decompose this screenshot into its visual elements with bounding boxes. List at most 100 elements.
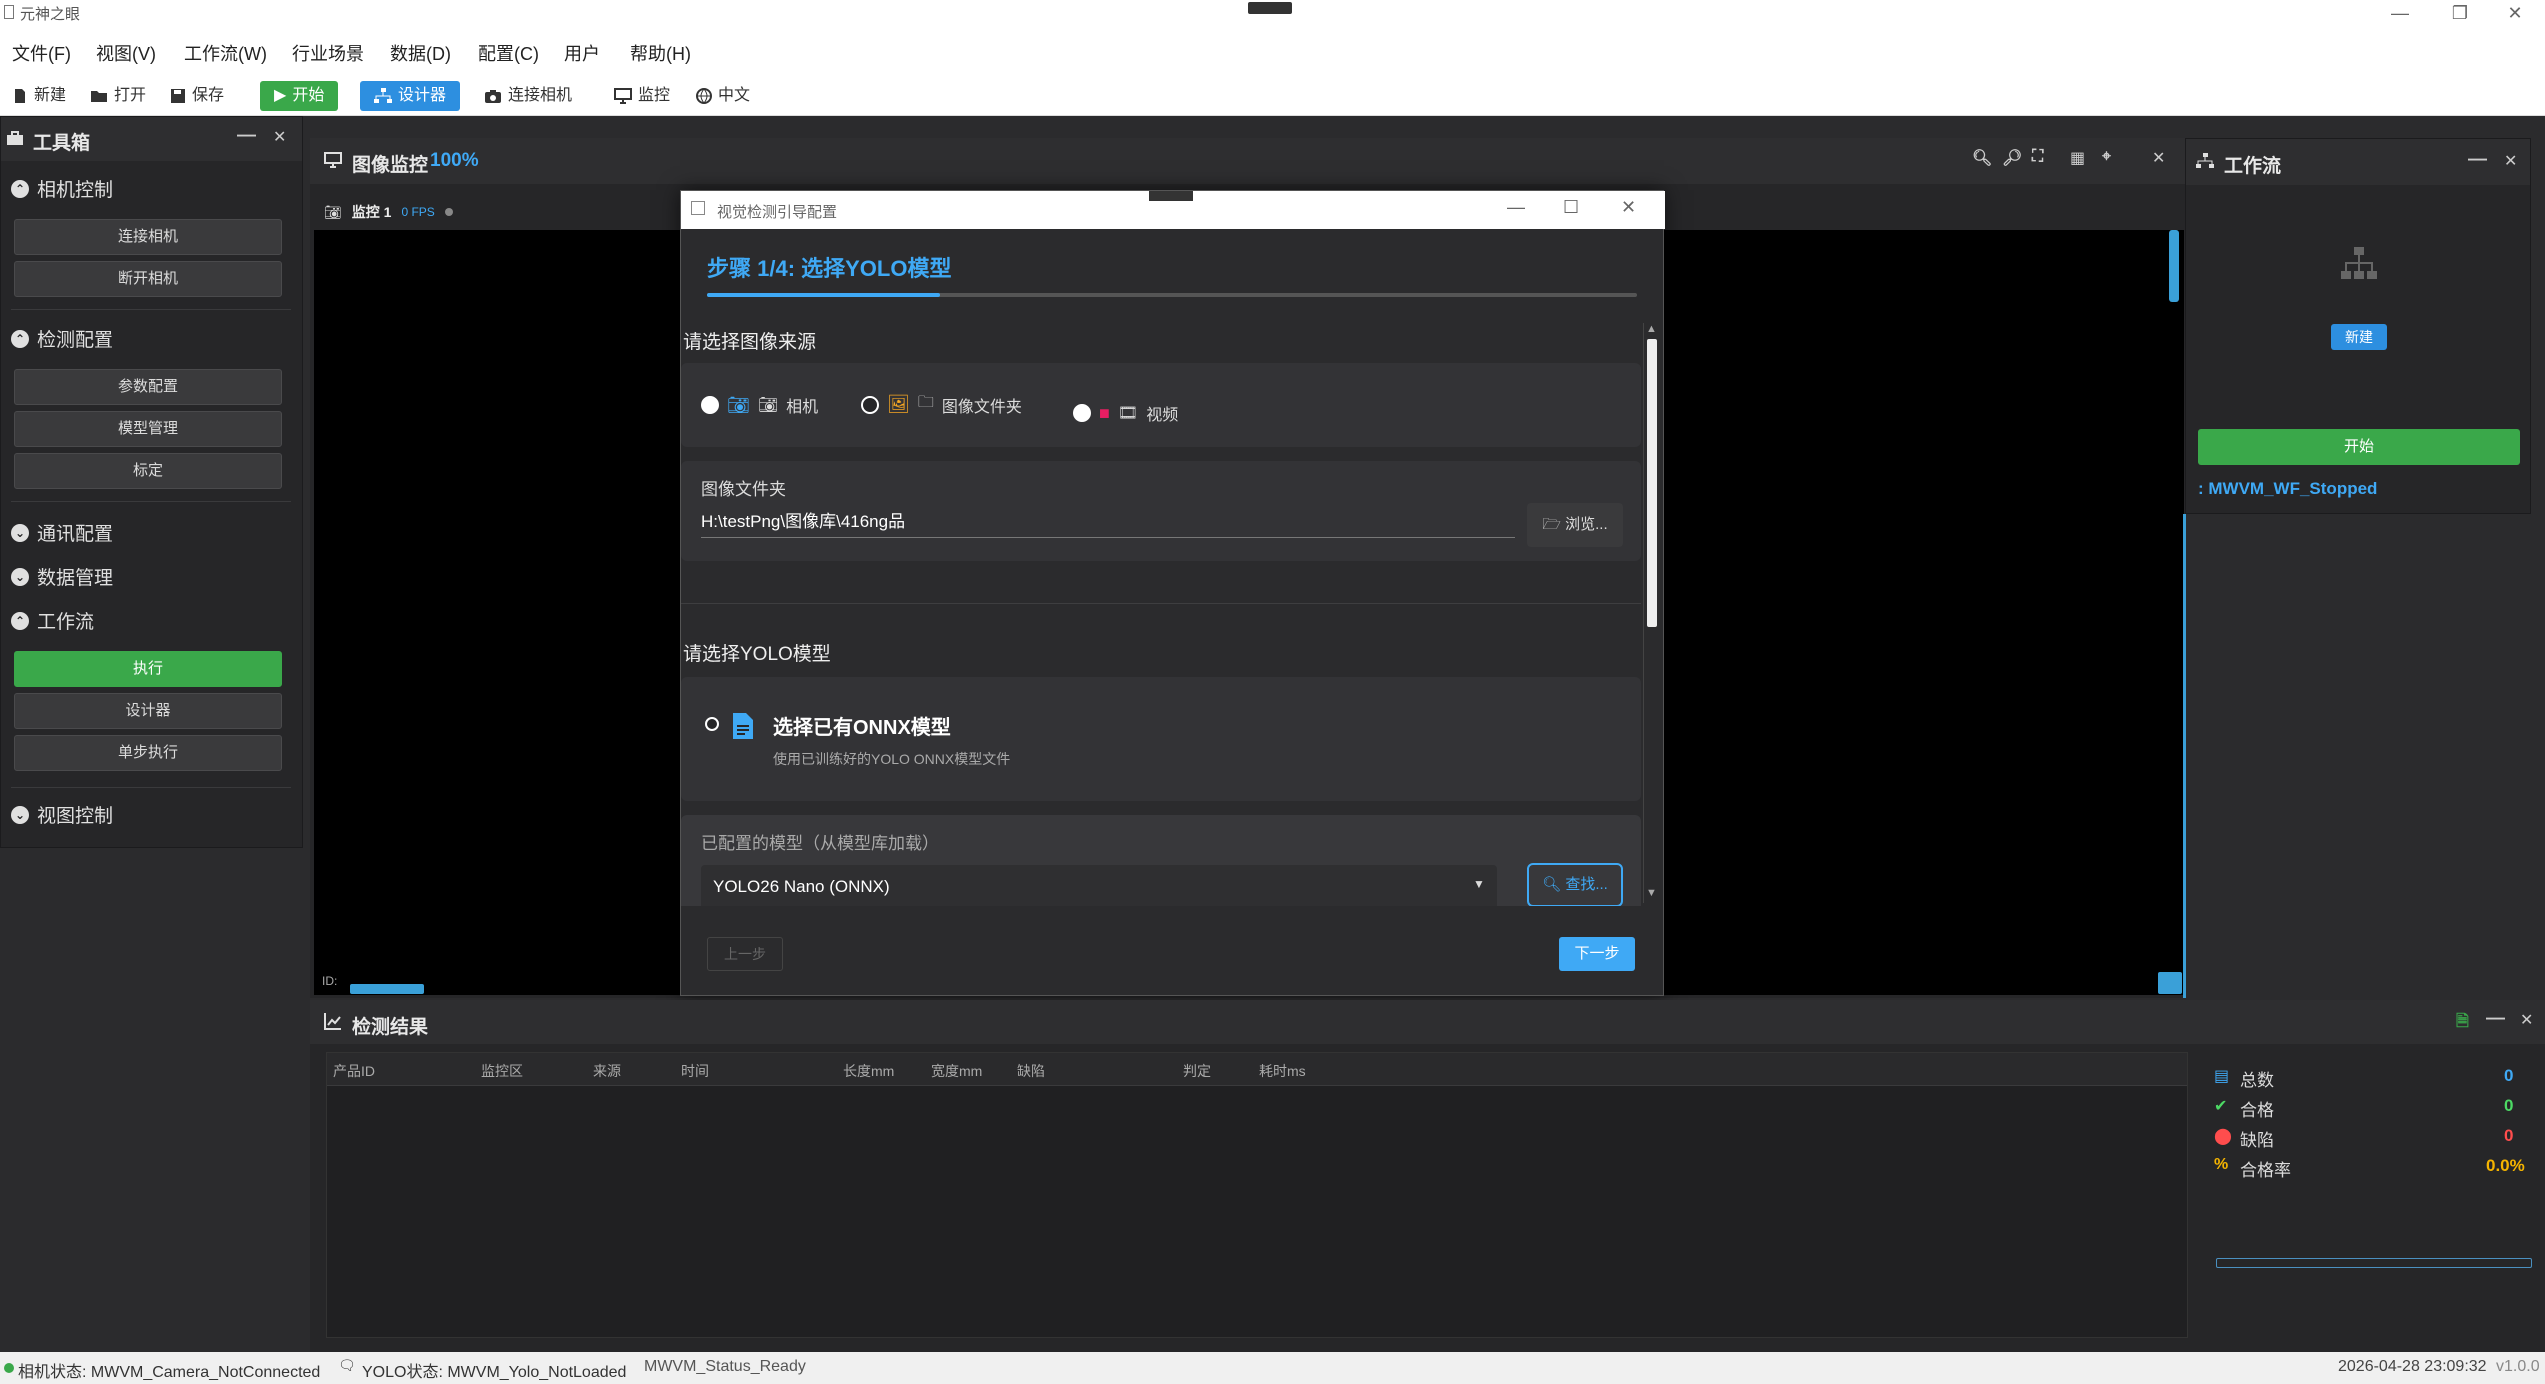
monitor-close-button[interactable]: ✕ — [2152, 148, 2165, 168]
designer-button[interactable]: 设计器 — [360, 81, 461, 111]
workflow-close-button[interactable]: ✕ — [2504, 151, 2517, 171]
stat-label: 总数 — [2240, 1071, 2274, 1090]
drag-handle[interactable] — [1248, 2, 1292, 14]
results-minimize-button[interactable]: — — [2486, 1008, 2505, 1030]
scroll-up-icon[interactable]: ▲ — [1646, 323, 1657, 335]
monitor-tab[interactable]: 📷︎ 监控 1 0 FPS — [324, 202, 453, 222]
panel-minimize-button[interactable]: — — [237, 125, 256, 147]
save-button[interactable]: 保存 — [170, 76, 224, 116]
menu-data[interactable]: 数据(D) — [390, 40, 451, 66]
browse-button[interactable]: 🗁 浏览... — [1527, 503, 1623, 547]
connect-camera-label: 连接相机 — [508, 87, 573, 104]
monitor-label: 监控 — [638, 87, 671, 104]
dialog-close-button[interactable]: ✕ — [1621, 197, 1636, 218]
zoom-out-icon[interactable]: 🔎︎ — [2002, 148, 2022, 168]
vertical-scrollbar[interactable] — [2169, 230, 2179, 302]
calibrate-button[interactable]: 标定 — [14, 453, 282, 489]
scroll-down-icon[interactable]: ▼ — [1646, 887, 1657, 899]
scroll-corner[interactable] — [2158, 972, 2182, 994]
step-title: 步骤 1/4: 选择YOLO模型 — [707, 256, 952, 281]
horizontal-scrollbar[interactable] — [350, 984, 424, 994]
close-button[interactable]: ✕ — [2485, 0, 2545, 26]
source-camera-option[interactable]: 📷︎ 📷︎ 相机 — [701, 393, 818, 417]
onnx-option-card[interactable]: 选择已有ONNX模型 使用已训练好的YOLO ONNX模型文件 — [681, 677, 1641, 801]
restore-button[interactable]: ❐ — [2430, 0, 2490, 26]
find-button[interactable]: 🔍︎ 查找... — [1527, 863, 1623, 906]
stat-value: 0 — [2504, 1096, 2514, 1115]
fit-icon[interactable]: ⛶ — [2032, 148, 2043, 166]
zoom-level: 100% — [430, 150, 479, 171]
connect-camera-tool-button[interactable]: 连接相机 — [14, 219, 282, 255]
menu-config[interactable]: 配置(C) — [478, 40, 539, 66]
next-button[interactable]: 下一步 — [1559, 937, 1635, 971]
workflow-new-button[interactable]: 新建 — [2331, 324, 2387, 350]
col-product-id[interactable]: 产品ID — [333, 1061, 375, 1081]
onnx-radio[interactable] — [705, 717, 719, 731]
toolbar: 新建 打开 保存 ▶ 开始 设计器 连接相机 监控 中文 — [0, 76, 2545, 116]
minimize-button[interactable]: — — [2370, 0, 2430, 26]
section-comm-config[interactable]: ⌄ 通讯配置 — [11, 519, 113, 546]
check-circle-icon: ✔ — [2214, 1098, 2228, 1115]
col-elapsed[interactable]: 耗时ms — [1259, 1061, 1306, 1081]
disconnect-camera-button[interactable]: 断开相机 — [14, 261, 282, 297]
col-source[interactable]: 来源 — [593, 1061, 621, 1081]
folder-radio[interactable] — [861, 395, 879, 414]
connect-camera-button[interactable]: 连接相机 — [484, 76, 572, 116]
execute-button[interactable]: 执行 — [14, 651, 282, 687]
crosshair-icon[interactable]: ⌖ — [2102, 148, 2111, 166]
menu-workflow[interactable]: 工作流(W) — [184, 40, 267, 66]
start-button[interactable]: ▶ 开始 — [260, 81, 339, 111]
section-detection-config[interactable]: ⌃ 检测配置 — [11, 325, 113, 352]
col-defect[interactable]: 缺陷 — [1017, 1061, 1045, 1081]
menu-user[interactable]: 用户 — [564, 40, 600, 66]
prev-button[interactable]: 上一步 — [707, 937, 783, 971]
document-icon — [733, 713, 753, 739]
results-close-button[interactable]: ✕ — [2520, 1010, 2533, 1030]
workflow-minimize-button[interactable]: — — [2468, 149, 2487, 171]
export-excel-icon[interactable]: 🗎 — [2456, 1010, 2469, 1037]
dialog-minimize-button[interactable]: — — [1507, 197, 1525, 218]
menu-industry[interactable]: 行业场景 — [292, 40, 364, 66]
sitemap-icon — [374, 88, 392, 103]
dialog-scroll-area: 请选择图像来源 📷︎ 📷︎ 相机 🖼︎ 🗀 图像文件夹 ■ 🎞︎ 视频 图像文件… — [681, 321, 1641, 906]
model-select[interactable]: YOLO26 Nano (ONNX) ▼ — [701, 865, 1497, 906]
source-folder-option[interactable]: 🖼︎ 🗀 图像文件夹 — [861, 391, 1022, 418]
fps-readout: 0 FPS — [401, 205, 435, 219]
source-video-option[interactable]: ■ 🎞︎ 视频 — [1073, 401, 1178, 425]
open-button[interactable]: 打开 — [90, 76, 146, 116]
menu-file[interactable]: 文件(F) — [12, 40, 71, 66]
param-config-button[interactable]: 参数配置 — [14, 369, 282, 405]
section-camera-control[interactable]: ⌃ 相机控制 — [11, 175, 113, 202]
line-chart-icon — [324, 1013, 341, 1030]
new-button[interactable]: 新建 — [12, 76, 66, 116]
dialog-maximize-button[interactable]: ☐ — [1563, 197, 1579, 218]
col-time[interactable]: 时间 — [681, 1061, 709, 1081]
col-verdict[interactable]: 判定 — [1183, 1061, 1211, 1081]
section-workflow[interactable]: ⌃ 工作流 — [11, 607, 94, 634]
camera-radio[interactable] — [701, 396, 719, 414]
dialog-scrollbar[interactable]: ▲ ▼ — [1643, 323, 1659, 903]
scroll-thumb[interactable] — [1647, 339, 1657, 627]
section-label: 数据管理 — [37, 568, 114, 589]
workflow-designer-button[interactable]: 设计器 — [14, 693, 282, 729]
menu-view[interactable]: 视图(V) — [96, 40, 156, 66]
folder-path-input[interactable]: H:\testPng\图像库\416ng品 — [701, 507, 905, 532]
grid-icon[interactable]: ▦ — [2070, 148, 2085, 168]
col-zone[interactable]: 监控区 — [481, 1061, 523, 1081]
divider — [11, 501, 291, 502]
col-width[interactable]: 宽度mm — [931, 1061, 982, 1081]
language-button[interactable]: 中文 — [696, 76, 750, 116]
dialog-drag-handle[interactable] — [1149, 191, 1193, 201]
video-radio[interactable] — [1073, 404, 1091, 422]
col-length[interactable]: 长度mm — [843, 1061, 894, 1081]
monitor-button[interactable]: 监控 — [614, 76, 670, 116]
model-management-button[interactable]: 模型管理 — [14, 411, 282, 447]
workflow-start-button[interactable]: 开始 — [2198, 429, 2520, 465]
section-view-control[interactable]: ⌄ 视图控制 — [11, 801, 113, 828]
step-execute-button[interactable]: 单步执行 — [14, 735, 282, 771]
zoom-in-icon[interactable]: 🔍︎ — [1972, 148, 1992, 168]
section-data-management[interactable]: ⌄ 数据管理 — [11, 563, 113, 590]
panel-close-button[interactable]: ✕ — [273, 127, 286, 147]
panel-splitter[interactable] — [2183, 514, 2186, 998]
menu-help[interactable]: 帮助(H) — [630, 40, 691, 66]
